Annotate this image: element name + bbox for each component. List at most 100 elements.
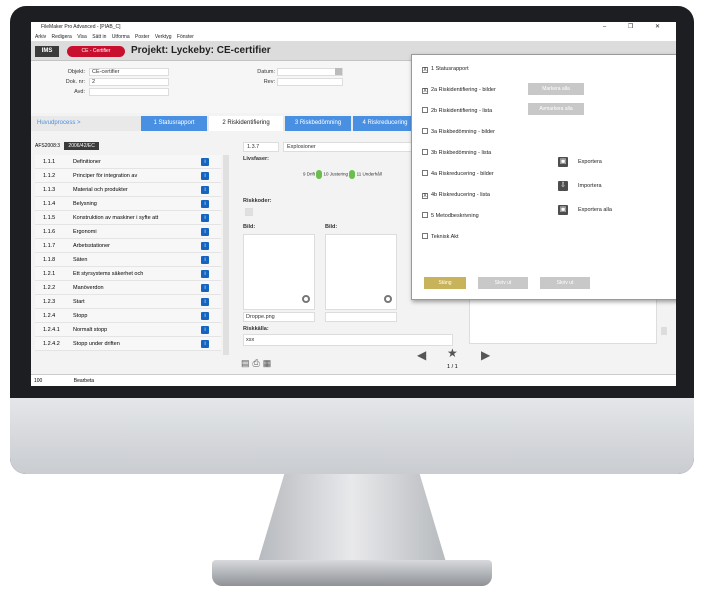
export-doc-icon[interactable]: ▦	[263, 358, 275, 368]
zoom-icon[interactable]	[384, 295, 392, 303]
list-item[interactable]: 1.1.7 Arbetsstationer i	[35, 239, 221, 253]
list-item[interactable]: 1.1.6 Ergonomi i	[35, 225, 221, 239]
print-button[interactable]: Skriv ut	[540, 277, 590, 289]
info-icon[interactable]: i	[201, 312, 209, 320]
list-item[interactable]: 1.1.1 Definitioner i	[35, 155, 221, 169]
menu-visa[interactable]: Visa	[77, 34, 87, 40]
checkbox-box[interactable]: X	[422, 67, 428, 73]
checkbox-box[interactable]	[422, 107, 428, 113]
avmarkera-alla-button[interactable]: Avmarkera alla	[528, 103, 584, 115]
riskkoder-field[interactable]	[245, 208, 253, 216]
datum-field[interactable]	[277, 68, 343, 76]
tab-statusrapport[interactable]: 1 Statusrapport	[141, 116, 207, 131]
rev-field[interactable]	[277, 78, 343, 86]
window-controls[interactable]: – ❐ ✕	[603, 22, 670, 33]
info-icon[interactable]: i	[201, 242, 209, 250]
filename-field-2[interactable]	[325, 312, 397, 322]
checkbox-4a[interactable]: 4a Riskreducering - bilder	[422, 170, 494, 179]
list-item[interactable]: 1.1.5 Konstruktion av maskiner i syfte at…	[35, 211, 221, 225]
info-icon[interactable]: i	[201, 298, 209, 306]
info-icon[interactable]: i	[201, 200, 209, 208]
breadcrumb-huvudprocess[interactable]: Huvudprocess >	[37, 116, 107, 131]
checkbox-box[interactable]	[422, 212, 428, 218]
tab-riskidentifiering[interactable]: 2 Riskidentifiering	[209, 116, 283, 131]
zoom-level[interactable]: 100	[34, 378, 42, 384]
checkbox-box[interactable]	[422, 149, 428, 155]
info-icon[interactable]: i	[201, 186, 209, 194]
tab-riskbedomning[interactable]: 3 Riskbedömning	[285, 116, 351, 131]
checkbox-box[interactable]: X	[422, 193, 428, 199]
stang-button[interactable]: Stäng	[424, 277, 466, 289]
exportera-label[interactable]: Exportera	[578, 159, 602, 165]
info-icon[interactable]: i	[201, 270, 209, 278]
list-item[interactable]: 1.2.2 Manöverdon i	[35, 281, 221, 295]
checkbox-box[interactable]	[422, 233, 428, 239]
mode-indicator[interactable]: Bearbeta	[74, 378, 94, 384]
phase-toggle[interactable]	[349, 170, 356, 179]
list-item[interactable]: 1.1.2 Principer för integration av i	[35, 169, 221, 183]
dok-field[interactable]: 2	[89, 78, 169, 86]
document-icon[interactable]: ▤	[241, 358, 253, 368]
info-icon[interactable]: i	[201, 228, 209, 236]
scroll-button[interactable]	[661, 327, 667, 335]
info-icon[interactable]: i	[201, 256, 209, 264]
row-number: 1.2.4	[43, 313, 56, 319]
info-icon[interactable]: i	[201, 340, 209, 348]
save-all-icon[interactable]: ▣	[558, 205, 568, 215]
filename-field[interactable]: Droppe.png	[243, 312, 315, 322]
detail-code[interactable]: 1.3.7	[243, 142, 279, 152]
phase-toggle[interactable]	[316, 170, 323, 179]
list-item[interactable]: 1.2.4 Stopp i	[35, 309, 221, 323]
checkbox-3a[interactable]: 3a Riskbedömning - bilder	[422, 128, 495, 137]
list-item[interactable]: 1.1.4 Belysning i	[35, 197, 221, 211]
riskkalla-field[interactable]: xsx	[243, 334, 453, 346]
menu-arkiv[interactable]: Arkiv	[35, 34, 46, 40]
menu-satt-in[interactable]: Sätt in	[92, 34, 106, 40]
import-icon[interactable]: ⇩	[558, 181, 568, 191]
print-icon[interactable]: ⎙	[253, 358, 263, 368]
checkbox-box[interactable]	[422, 170, 428, 176]
list-item[interactable]: 1.2.1 Ett styrsystems säkerhet och i	[35, 267, 221, 281]
image-container-2[interactable]	[325, 234, 397, 310]
checkbox-teknisk-akt[interactable]: Teknisk Akt	[422, 233, 459, 242]
checkbox-statusrapport[interactable]: X1 Statusrapport	[422, 65, 469, 74]
checkbox-4b[interactable]: X 4b Riskreducering - lista	[422, 191, 490, 200]
zoom-icon[interactable]	[302, 295, 310, 303]
checkbox-3b[interactable]: 3b Riskbedömning - lista	[422, 149, 491, 158]
save-icon[interactable]: ▣	[558, 157, 568, 167]
list-item[interactable]: 1.1.3 Material och produkter i	[35, 183, 221, 197]
objekt-field[interactable]: CE-certifier	[89, 68, 169, 76]
info-icon[interactable]: i	[201, 158, 209, 166]
checkbox-box[interactable]: X	[422, 88, 428, 94]
list-scrollbar[interactable]	[223, 155, 229, 355]
checkbox-2b[interactable]: 2b Riskidentifiering - lista	[422, 107, 492, 116]
list-item[interactable]: 1.2.4.1 Normalt stopp i	[35, 323, 221, 337]
info-icon[interactable]: i	[201, 284, 209, 292]
image-container-1[interactable]	[243, 234, 315, 310]
info-icon[interactable]: i	[201, 326, 209, 334]
checkbox-2a[interactable]: X 2a Riskidentifiering - bilder	[422, 86, 496, 95]
tab-riskreducering[interactable]: 4 Riskreducering	[353, 116, 417, 131]
importera-label[interactable]: Importera	[578, 183, 602, 189]
checkbox-box[interactable]	[422, 128, 428, 134]
list-item[interactable]: 1.2.4.2 Stopp under driften i	[35, 337, 221, 351]
previous-record-icon[interactable]: ◀	[417, 348, 426, 362]
menu-redigera[interactable]: Redigera	[52, 34, 72, 40]
skriv-ut-button[interactable]: Skriv ut	[478, 277, 528, 289]
checkbox-metodbeskrivning[interactable]: 5 Metodbeskrivning	[422, 212, 479, 221]
menu-poster[interactable]: Poster	[135, 34, 149, 40]
bookmark-star-icon[interactable]: ★	[447, 346, 458, 360]
list-item[interactable]: 1.2.3 Start i	[35, 295, 221, 309]
menu-fonster[interactable]: Fönster	[177, 34, 194, 40]
info-icon[interactable]: i	[201, 214, 209, 222]
menu-verktyg[interactable]: Verktyg	[155, 34, 172, 40]
menu-utforma[interactable]: Utforma	[112, 34, 130, 40]
calendar-icon[interactable]	[335, 68, 342, 75]
detail-name[interactable]: Explosioner	[283, 142, 413, 152]
next-record-icon[interactable]: ▶	[481, 348, 490, 362]
markera-alla-button[interactable]: Markera alla	[528, 83, 584, 95]
avd-field[interactable]	[89, 88, 169, 96]
exportera-alla-label[interactable]: Exportera alla	[578, 207, 612, 213]
list-item[interactable]: 1.1.8 Säten i	[35, 253, 221, 267]
info-icon[interactable]: i	[201, 172, 209, 180]
